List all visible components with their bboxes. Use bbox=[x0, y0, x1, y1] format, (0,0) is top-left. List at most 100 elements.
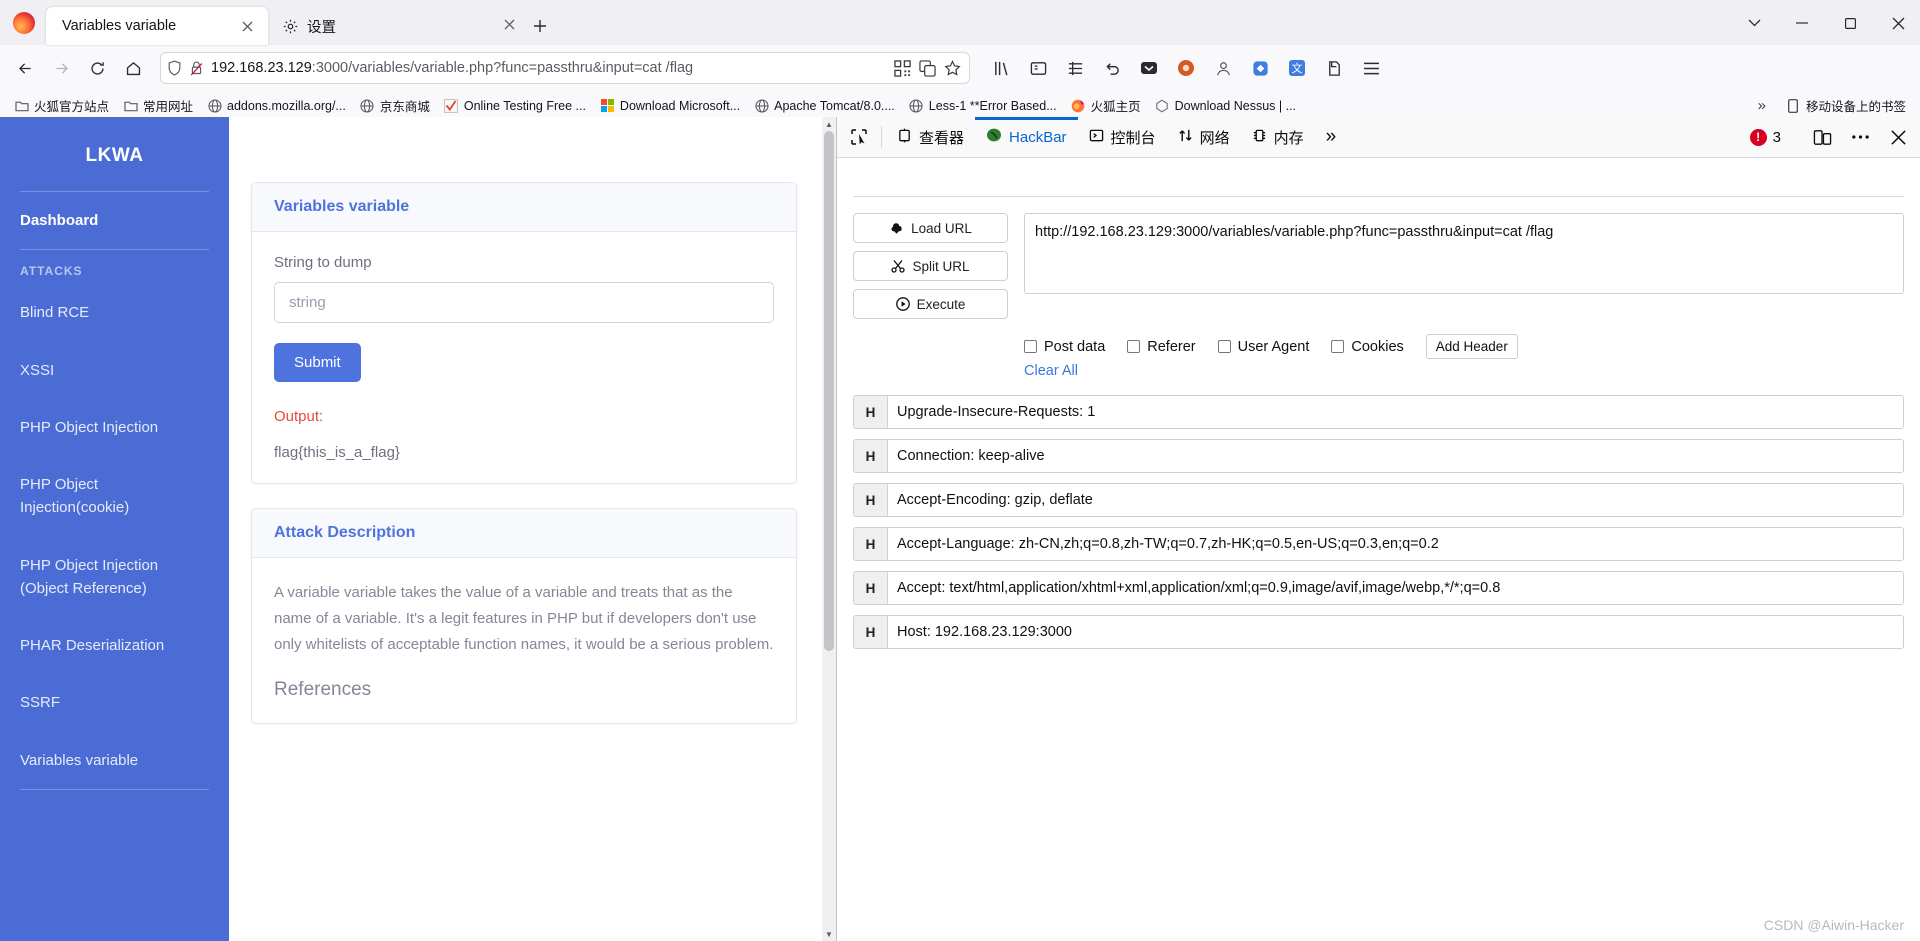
header-row[interactable]: H Connection: keep-alive bbox=[853, 439, 1904, 473]
tab-title: Variables variable bbox=[62, 18, 177, 34]
clear-all-link[interactable]: Clear All bbox=[853, 363, 1904, 379]
sidebar-item-xssi[interactable]: XSSI bbox=[0, 342, 229, 399]
sidebar-item-php-object-injection-object-reference[interactable]: PHP Object Injection (Object Reference) bbox=[0, 537, 229, 618]
bookmark-item[interactable]: Apache Tomcat/8.0.... bbox=[748, 95, 901, 116]
back-button[interactable] bbox=[8, 52, 42, 84]
error-count-badge[interactable]: ! 3 bbox=[1740, 128, 1791, 146]
maximize-window-button[interactable] bbox=[1828, 4, 1872, 42]
new-tab-button[interactable] bbox=[525, 11, 555, 41]
reader-view-icon[interactable] bbox=[1021, 52, 1055, 84]
devtools-tab-console[interactable]: 控制台 bbox=[1078, 117, 1167, 157]
close-window-button[interactable] bbox=[1876, 4, 1920, 42]
save-page-icon[interactable] bbox=[1317, 52, 1351, 84]
microsoft-icon bbox=[600, 98, 615, 113]
close-icon[interactable] bbox=[504, 18, 515, 34]
tab-title: 设置 bbox=[307, 19, 336, 36]
checkbox-icon[interactable] bbox=[1127, 340, 1141, 353]
devtools-tab-memory[interactable]: 内存 bbox=[1241, 117, 1315, 157]
home-button[interactable] bbox=[116, 52, 150, 84]
more-options-icon[interactable] bbox=[1842, 134, 1878, 140]
cookies-checkbox[interactable]: Cookies bbox=[1331, 339, 1404, 355]
devtools-tabs-overflow[interactable]: » bbox=[1315, 117, 1348, 157]
translate-icon[interactable] bbox=[919, 59, 936, 77]
string-to-dump-input[interactable] bbox=[274, 282, 774, 323]
translate-panel-icon[interactable]: 文 bbox=[1280, 52, 1314, 84]
shield-icon[interactable] bbox=[167, 60, 182, 76]
app-brand[interactable]: LKWA bbox=[0, 117, 229, 191]
checkbox-icon[interactable] bbox=[1331, 340, 1345, 353]
forward-button[interactable] bbox=[44, 52, 78, 84]
account-icon[interactable] bbox=[1206, 52, 1240, 84]
hackbar-url-input[interactable]: http://192.168.23.129:3000/variables/var… bbox=[1024, 213, 1904, 295]
url-bar[interactable]: 192.168.23.129:3000/variables/variable.p… bbox=[160, 52, 970, 84]
list-all-tabs-button[interactable] bbox=[1732, 4, 1776, 42]
checkbox-icon[interactable] bbox=[1024, 340, 1037, 353]
scrollbar-thumb[interactable] bbox=[824, 131, 834, 651]
user-agent-checkbox[interactable]: User Agent bbox=[1217, 339, 1309, 355]
bookmark-item[interactable]: Online Testing Free ... bbox=[438, 95, 592, 116]
bookmarks-overflow-button[interactable]: » bbox=[1750, 97, 1774, 114]
post-data-checkbox[interactable]: Post data bbox=[1024, 339, 1105, 355]
minimize-window-button[interactable] bbox=[1780, 4, 1824, 42]
container-icon[interactable] bbox=[1058, 52, 1092, 84]
devtools-tab-network[interactable]: 网络 bbox=[1167, 117, 1241, 157]
load-url-button[interactable]: Load URL bbox=[853, 213, 1008, 243]
undo-icon[interactable] bbox=[1095, 52, 1129, 84]
header-row[interactable]: H Host: 192.168.23.129:3000 bbox=[853, 615, 1904, 649]
web-page-viewport: LKWA Dashboard ATTACKS Blind RCE XSSI PH… bbox=[0, 117, 836, 941]
references-title: References bbox=[274, 679, 372, 701]
split-url-button[interactable]: Split URL bbox=[853, 251, 1008, 281]
sidebar-item-blind-rce[interactable]: Blind RCE bbox=[0, 284, 229, 341]
scroll-up-arrow-icon[interactable]: ▲ bbox=[822, 117, 836, 131]
add-header-button[interactable]: Add Header bbox=[1425, 334, 1518, 359]
header-row[interactable]: H Accept-Encoding: gzip, deflate bbox=[853, 483, 1904, 517]
app-menu-icon[interactable] bbox=[1354, 52, 1388, 84]
header-value[interactable]: Connection: keep-alive bbox=[888, 440, 1903, 472]
bookmark-item[interactable]: addons.mozilla.org/... bbox=[201, 95, 352, 116]
responsive-design-mode-icon[interactable] bbox=[1804, 128, 1840, 147]
scroll-down-arrow-icon[interactable]: ▼ bbox=[822, 927, 836, 941]
browser-tab-settings[interactable]: 设置 bbox=[268, 7, 525, 45]
bookmark-item[interactable]: 常用网址 bbox=[117, 93, 199, 118]
sidebar-item-php-object-injection[interactable]: PHP Object Injection bbox=[0, 399, 229, 456]
bookmark-item[interactable]: 火狐主页 bbox=[1065, 93, 1147, 118]
close-icon[interactable] bbox=[236, 15, 258, 37]
bookmark-item[interactable]: Download Nessus | ... bbox=[1149, 95, 1302, 116]
page-scrollbar[interactable]: ▲ ▼ bbox=[822, 117, 836, 941]
sidebar-item-variables-variable[interactable]: Variables variable bbox=[0, 732, 229, 789]
close-devtools-icon[interactable] bbox=[1880, 129, 1916, 146]
bookmark-item[interactable]: 火狐官方站点 bbox=[8, 93, 115, 118]
bookmark-item[interactable]: 京东商城 bbox=[354, 93, 436, 118]
checkbox-icon[interactable] bbox=[1217, 340, 1231, 353]
header-value[interactable]: Accept: text/html,application/xhtml+xml,… bbox=[888, 572, 1903, 604]
sidebar-item-dashboard[interactable]: Dashboard bbox=[0, 192, 229, 249]
submit-button[interactable]: Submit bbox=[274, 343, 361, 382]
header-value[interactable]: Host: 192.168.23.129:3000 bbox=[888, 616, 1903, 648]
bookmark-item[interactable]: Download Microsoft... bbox=[594, 95, 746, 116]
sidebar-item-phar-deserialization[interactable]: PHAR Deserialization bbox=[0, 617, 229, 674]
bookmark-item-mobile[interactable]: 移动设备上的书签 bbox=[1780, 93, 1912, 118]
header-row[interactable]: H Accept: text/html,application/xhtml+xm… bbox=[853, 571, 1904, 605]
reload-button[interactable] bbox=[80, 52, 114, 84]
referer-checkbox[interactable]: Referer bbox=[1127, 339, 1196, 355]
star-icon[interactable] bbox=[944, 59, 961, 77]
devtools-tab-inspector[interactable]: 查看器 bbox=[886, 117, 975, 157]
pocket-icon[interactable] bbox=[1132, 52, 1166, 84]
library-icon[interactable] bbox=[984, 52, 1018, 84]
header-value[interactable]: Accept-Encoding: gzip, deflate bbox=[888, 484, 1903, 516]
header-row[interactable]: H Accept-Language: zh-CN,zh;q=0.8,zh-TW;… bbox=[853, 527, 1904, 561]
extension-diamond-icon[interactable] bbox=[1243, 52, 1277, 84]
shield-circle-icon[interactable] bbox=[1169, 52, 1203, 84]
qr-code-icon[interactable] bbox=[894, 59, 911, 77]
bookmark-item[interactable]: Less-1 **Error Based... bbox=[903, 95, 1063, 116]
lock-broken-icon[interactable] bbox=[189, 60, 204, 76]
sidebar-item-php-object-injection-cookie[interactable]: PHP Object Injection(cookie) bbox=[0, 456, 229, 537]
header-value[interactable]: Accept-Language: zh-CN,zh;q=0.8,zh-TW;q=… bbox=[888, 528, 1903, 560]
header-row[interactable]: H Upgrade-Insecure-Requests: 1 bbox=[853, 395, 1904, 429]
browser-tab-variables-variable[interactable]: Variables variable bbox=[46, 7, 268, 45]
sidebar-item-ssrf[interactable]: SSRF bbox=[0, 674, 229, 731]
devtools-tab-hackbar[interactable]: HackBar bbox=[975, 117, 1078, 157]
header-value[interactable]: Upgrade-Insecure-Requests: 1 bbox=[888, 396, 1903, 428]
execute-button[interactable]: Execute bbox=[853, 289, 1008, 319]
element-picker-icon[interactable] bbox=[841, 117, 877, 157]
